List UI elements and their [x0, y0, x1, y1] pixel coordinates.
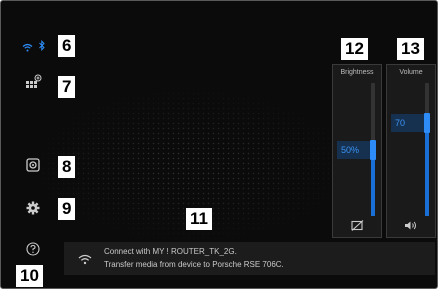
notification-line-2: Transfer media from device to Porsche RS… — [104, 260, 284, 269]
network-button[interactable] — [21, 71, 45, 93]
network-icon — [26, 74, 42, 88]
wifi-status-icon — [22, 39, 33, 57]
callout-badge: 9 — [58, 198, 76, 220]
brightness-icon — [350, 220, 363, 231]
brightness-panel: Brightness 50% — [332, 64, 382, 238]
volume-title: Volume — [399, 69, 423, 76]
notification-bar[interactable]: Connect with MY ! ROUTER_TK_2G. Transfer… — [64, 242, 435, 275]
volume-slider-track[interactable] — [425, 83, 429, 216]
callout-badge: 11 — [186, 208, 212, 230]
volume-slider-thumb[interactable] — [424, 112, 430, 133]
callout-badge: 7 — [58, 76, 76, 98]
brightness-title: Brightness — [340, 69, 374, 76]
help-button[interactable] — [21, 238, 45, 260]
wifi-icon — [78, 252, 92, 270]
volume-slider-fill — [425, 122, 429, 216]
callout-badge: 6 — [58, 35, 76, 57]
media-icon — [26, 158, 40, 172]
volume-value: 70 — [391, 113, 425, 132]
bluetooth-icon — [39, 38, 45, 56]
callout-badge: 8 — [58, 156, 76, 178]
media-button[interactable] — [21, 154, 45, 176]
settings-button[interactable] — [21, 197, 45, 219]
brightness-toggle-button[interactable] — [333, 220, 381, 231]
brightness-slider-thumb[interactable] — [370, 139, 376, 160]
speaker-icon — [405, 221, 416, 230]
settings-icon — [26, 201, 40, 215]
rse-home-screen: 6 7 8 9 10 11 12 13 Brightness 50% Volum… — [0, 0, 438, 289]
help-icon — [26, 242, 40, 256]
brightness-value: 50% — [337, 140, 371, 159]
callout-badge: 10 — [16, 265, 43, 287]
notification-line-1: Connect with MY ! ROUTER_TK_2G. — [104, 247, 237, 256]
callout-badge: 12 — [341, 38, 368, 60]
volume-mute-button[interactable] — [387, 220, 435, 231]
volume-panel: Volume 70 — [386, 64, 436, 238]
callout-badge: 13 — [397, 38, 424, 60]
